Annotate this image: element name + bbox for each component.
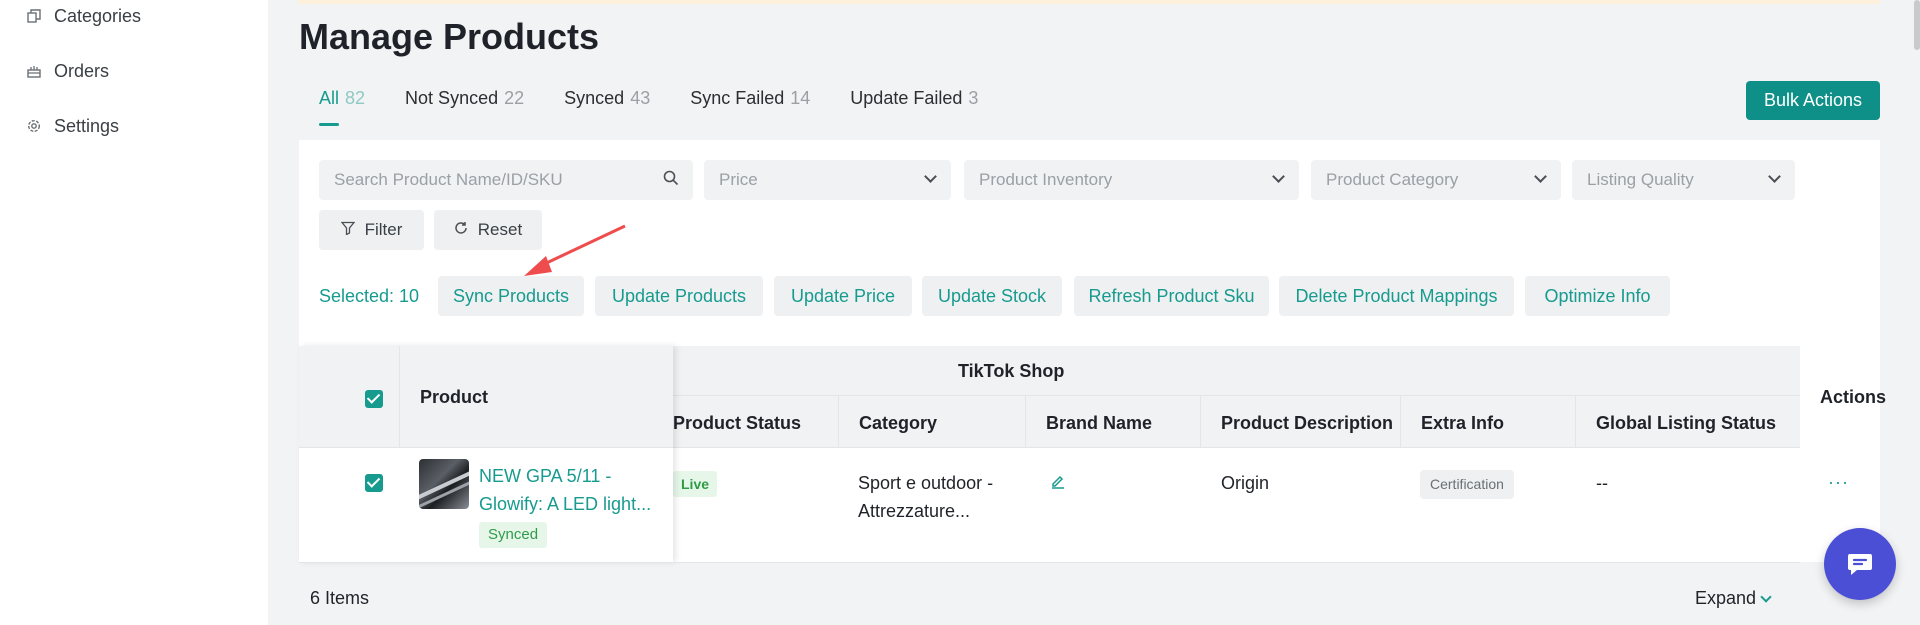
search-icon[interactable] xyxy=(663,170,679,191)
inventory-select[interactable]: Product Inventory xyxy=(964,160,1299,200)
column-divider xyxy=(399,346,400,448)
listing-quality-select[interactable]: Listing Quality xyxy=(1572,160,1795,200)
column-product: Product xyxy=(420,387,489,407)
tab-all[interactable]: All 82 xyxy=(319,88,365,109)
column-product-status: Product Status xyxy=(673,413,802,433)
search-field[interactable] xyxy=(319,160,693,200)
column-divider xyxy=(838,396,839,448)
tab-sync-failed[interactable]: Sync Failed 14 xyxy=(690,88,810,109)
certification-badge: Certification xyxy=(1420,470,1514,499)
global-status-cell: -- xyxy=(1596,473,1608,493)
active-tab-indicator xyxy=(319,123,339,126)
category-select[interactable]: Product Category xyxy=(1311,160,1561,200)
delete-product-mappings-button[interactable]: Delete Product Mappings xyxy=(1279,276,1514,316)
bulk-actions-button[interactable]: Bulk Actions xyxy=(1746,81,1880,120)
column-divider xyxy=(1025,396,1026,448)
price-select[interactable]: Price xyxy=(704,160,951,200)
sidebar-item-settings[interactable]: Settings xyxy=(26,116,119,137)
update-products-button[interactable]: Update Products xyxy=(595,276,763,316)
refresh-icon xyxy=(454,220,468,240)
tab-not-synced[interactable]: Not Synced 22 xyxy=(405,88,524,109)
sidebar-item-label: Settings xyxy=(54,116,120,136)
chevron-down-icon xyxy=(924,170,937,183)
column-brand-name: Brand Name xyxy=(1046,413,1153,433)
product-thumbnail[interactable] xyxy=(419,459,469,509)
select-all-checkbox[interactable] xyxy=(365,390,383,408)
search-input[interactable] xyxy=(334,170,654,190)
row-checkbox[interactable] xyxy=(365,474,383,492)
optimize-info-button[interactable]: Optimize Info xyxy=(1525,276,1670,316)
more-icon[interactable]: ··· xyxy=(1828,472,1849,493)
tab-update-failed[interactable]: Update Failed 3 xyxy=(850,88,978,109)
chat-icon xyxy=(1848,554,1872,575)
chat-button[interactable] xyxy=(1824,528,1896,600)
sync-products-button[interactable]: Sync Products xyxy=(438,276,584,316)
update-stock-button[interactable]: Update Stock xyxy=(922,276,1062,316)
product-name-link[interactable]: NEW GPA 5/11 - Glowify: A LED light... xyxy=(479,462,654,518)
page-title: Manage Products xyxy=(299,16,600,57)
chevron-down-icon xyxy=(1768,170,1781,183)
category-cell: Sport e outdoor - Attrezzature... xyxy=(858,473,994,521)
update-price-button[interactable]: Update Price xyxy=(774,276,912,316)
column-divider xyxy=(1200,396,1201,448)
tiktok-shop-header: TikTok Shop xyxy=(958,361,1065,381)
edit-icon[interactable] xyxy=(1050,473,1068,491)
synced-badge: Synced xyxy=(479,522,548,548)
sidebar-item-label: Categories xyxy=(54,6,142,26)
scrollbar[interactable] xyxy=(1914,0,1920,50)
column-divider xyxy=(1575,396,1576,448)
gear-icon xyxy=(26,119,42,135)
status-badge: Live xyxy=(673,471,718,497)
expand-button[interactable]: Expand xyxy=(1695,588,1772,609)
items-count: 6 Items xyxy=(310,588,370,608)
chevron-down-icon xyxy=(1272,170,1285,183)
status-tabs: All 82 Not Synced 22 Synced 43 Sync Failed 1… xyxy=(319,88,978,109)
cake-icon xyxy=(26,64,42,80)
column-divider xyxy=(1400,396,1401,448)
funnel-icon xyxy=(340,220,355,240)
filter-button[interactable]: Filter xyxy=(319,210,424,250)
notice-strip xyxy=(298,0,1880,4)
column-category: Category xyxy=(859,413,938,433)
column-global-listing-status: Global Listing Status xyxy=(1596,413,1777,433)
sidebar: Categories Orders Settings xyxy=(0,0,268,625)
sidebar-item-orders[interactable]: Orders xyxy=(26,61,109,82)
sidebar-item-categories[interactable]: Categories xyxy=(26,6,141,27)
refresh-product-sku-button[interactable]: Refresh Product Sku xyxy=(1074,276,1269,316)
column-product-description: Product Description xyxy=(1221,413,1394,433)
description-cell: Origin xyxy=(1221,473,1270,493)
sidebar-item-label: Orders xyxy=(54,61,110,81)
selected-count: Selected: 10 xyxy=(319,286,420,306)
tab-synced[interactable]: Synced 43 xyxy=(564,88,650,109)
annotation-arrow xyxy=(524,224,626,276)
column-actions: Actions xyxy=(1820,387,1887,407)
chevron-down-icon xyxy=(1534,170,1547,183)
chevron-down-icon xyxy=(1760,590,1772,603)
copy-icon xyxy=(26,8,42,25)
column-extra-info: Extra Info xyxy=(1421,413,1505,433)
row-divider xyxy=(299,562,1800,563)
